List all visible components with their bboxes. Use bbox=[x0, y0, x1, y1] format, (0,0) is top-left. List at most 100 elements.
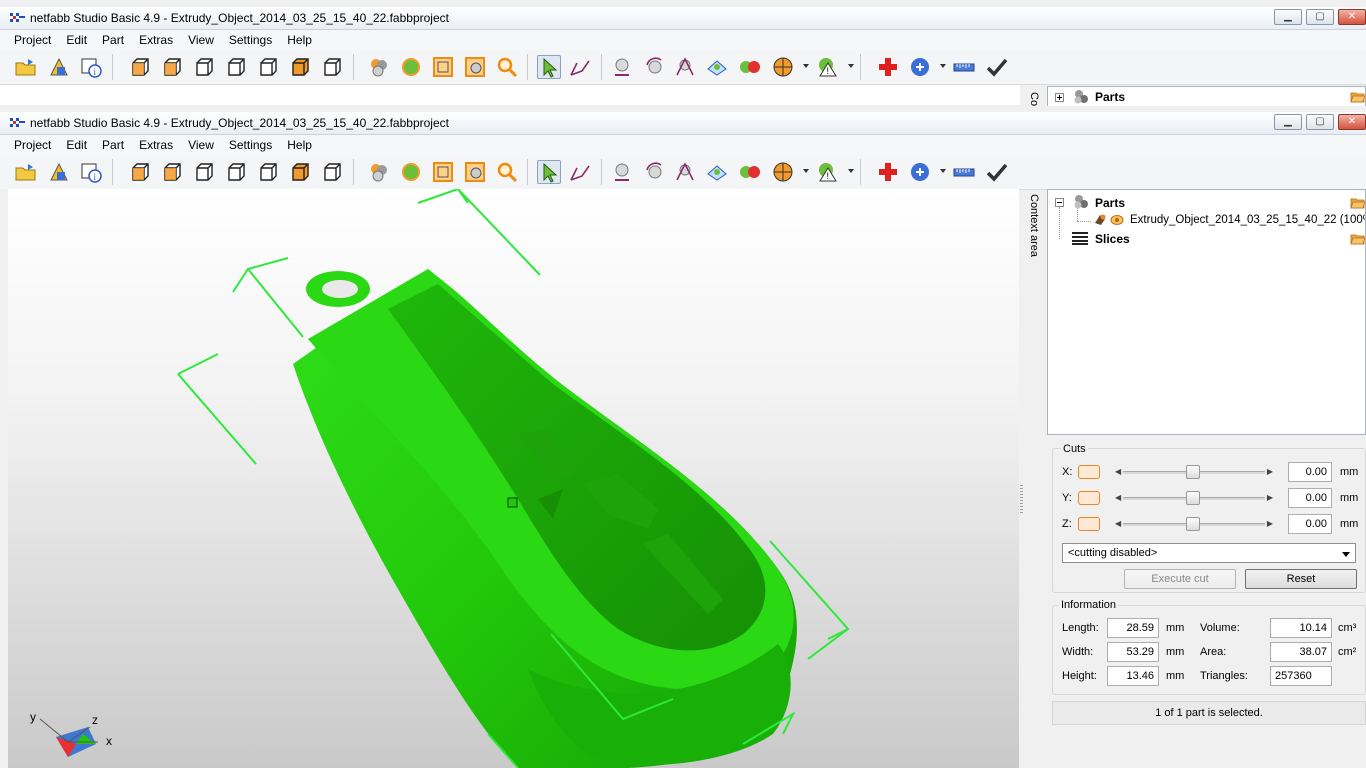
open-project-button[interactable] bbox=[14, 160, 38, 184]
cut-z-value[interactable]: 0.00 bbox=[1288, 514, 1332, 534]
cut-x-value[interactable]: 0.00 bbox=[1288, 462, 1332, 482]
reset-button[interactable]: Reset bbox=[1245, 569, 1357, 589]
cutting-mode-select[interactable]: <cutting disabled> bbox=[1062, 543, 1356, 563]
warning-button[interactable]: ! bbox=[816, 55, 840, 79]
collapse-toggle[interactable] bbox=[1055, 198, 1064, 207]
zoom-frame-button[interactable] bbox=[431, 160, 455, 184]
zoom-box-button[interactable] bbox=[463, 55, 487, 79]
zoom-selected-button[interactable] bbox=[399, 160, 423, 184]
part-info-button[interactable]: i bbox=[79, 55, 103, 79]
color-button[interactable] bbox=[771, 55, 795, 79]
view-perspective-button[interactable] bbox=[320, 160, 344, 184]
repair-button[interactable] bbox=[876, 55, 900, 79]
tree-slices-label[interactable]: Slices bbox=[1095, 232, 1130, 250]
slider-right-arrow-icon[interactable]: ▶ bbox=[1267, 493, 1273, 502]
rotate-button[interactable] bbox=[643, 55, 667, 79]
folder-open-icon[interactable] bbox=[1350, 197, 1366, 209]
zoom-all-button[interactable] bbox=[367, 55, 391, 79]
dropdown-arrow-icon[interactable] bbox=[940, 169, 946, 173]
cut-y-slider[interactable]: ◀ ▶ bbox=[1113, 491, 1275, 505]
merge-button[interactable] bbox=[738, 160, 762, 184]
slider-left-arrow-icon[interactable]: ◀ bbox=[1115, 493, 1121, 502]
zoom-selected-button[interactable] bbox=[399, 55, 423, 79]
slider-left-arrow-icon[interactable]: ◀ bbox=[1115, 467, 1121, 476]
view-top-button[interactable] bbox=[256, 55, 280, 79]
cut-z-toggle[interactable] bbox=[1078, 517, 1100, 531]
visibility-eye-icon[interactable] bbox=[1110, 213, 1124, 227]
scale-button[interactable] bbox=[673, 55, 697, 79]
view-left-button[interactable] bbox=[192, 160, 216, 184]
slider-thumb[interactable] bbox=[1186, 491, 1200, 505]
measure-button[interactable] bbox=[568, 55, 592, 79]
select-pointer-button[interactable] bbox=[537, 160, 561, 184]
repair-button[interactable] bbox=[876, 160, 900, 184]
folder-open-icon[interactable] bbox=[1350, 233, 1366, 245]
open-project-button[interactable] bbox=[14, 55, 38, 79]
context-area-tab[interactable]: Context area bbox=[1025, 194, 1045, 274]
3d-viewport[interactable]: y z x bbox=[8, 189, 1019, 768]
menu-part[interactable]: Part bbox=[102, 30, 124, 47]
dropdown-arrow-icon[interactable] bbox=[940, 64, 946, 68]
restore-button[interactable]: ▢ bbox=[1306, 9, 1334, 25]
apply-button[interactable] bbox=[985, 160, 1009, 184]
mirror-button[interactable] bbox=[705, 55, 729, 79]
zoom-box-button[interactable] bbox=[463, 160, 487, 184]
menu-help[interactable]: Help bbox=[287, 135, 312, 152]
close-button[interactable]: ✕ bbox=[1338, 114, 1366, 130]
view-front-button[interactable] bbox=[128, 55, 152, 79]
cut-y-toggle[interactable] bbox=[1078, 491, 1100, 505]
dropdown-arrow-icon[interactable] bbox=[803, 64, 809, 68]
slider-thumb[interactable] bbox=[1186, 517, 1200, 531]
view-back-button[interactable] bbox=[160, 160, 184, 184]
scale-button[interactable] bbox=[673, 160, 697, 184]
slider-left-arrow-icon[interactable]: ◀ bbox=[1115, 519, 1121, 528]
menu-extras[interactable]: Extras bbox=[139, 30, 173, 47]
add-part-button[interactable] bbox=[47, 55, 71, 79]
magnifier-button[interactable] bbox=[495, 55, 519, 79]
menu-edit[interactable]: Edit bbox=[66, 135, 87, 152]
view-bottom-button[interactable] bbox=[288, 160, 312, 184]
view-right-button[interactable] bbox=[224, 55, 248, 79]
cut-z-slider[interactable]: ◀ ▶ bbox=[1113, 517, 1275, 531]
view-front-button[interactable] bbox=[128, 160, 152, 184]
mirror-button[interactable] bbox=[705, 160, 729, 184]
pivot-handle[interactable] bbox=[507, 497, 518, 508]
menu-project[interactable]: Project bbox=[14, 30, 51, 47]
magnifier-button[interactable] bbox=[495, 160, 519, 184]
3d-model-view[interactable]: y z x bbox=[8, 189, 1019, 768]
move-button[interactable] bbox=[610, 55, 634, 79]
ruler-button[interactable] bbox=[952, 55, 976, 79]
back-context-tab[interactable]: Co bbox=[1025, 84, 1045, 106]
view-perspective-button[interactable] bbox=[320, 55, 344, 79]
select-pointer-button[interactable] bbox=[537, 55, 561, 79]
menu-extras[interactable]: Extras bbox=[139, 135, 173, 152]
execute-cut-button[interactable]: Execute cut bbox=[1124, 569, 1236, 589]
tree-parts-label[interactable]: Parts bbox=[1095, 90, 1125, 106]
zoom-frame-button[interactable] bbox=[431, 55, 455, 79]
expand-toggle[interactable] bbox=[1055, 93, 1064, 102]
menu-help[interactable]: Help bbox=[287, 30, 312, 47]
dropdown-arrow-icon[interactable] bbox=[803, 169, 809, 173]
move-button[interactable] bbox=[610, 160, 634, 184]
splitter-handle[interactable] bbox=[1020, 485, 1023, 515]
view-top-button[interactable] bbox=[256, 160, 280, 184]
menu-view[interactable]: View bbox=[188, 30, 214, 47]
dropdown-arrow-icon[interactable] bbox=[848, 169, 854, 173]
measure-button[interactable] bbox=[568, 160, 592, 184]
color-button[interactable] bbox=[771, 160, 795, 184]
cut-y-value[interactable]: 0.00 bbox=[1288, 488, 1332, 508]
dropdown-arrow-icon[interactable] bbox=[848, 64, 854, 68]
warning-button[interactable]: ! bbox=[816, 160, 840, 184]
folder-open-icon[interactable] bbox=[1350, 91, 1366, 103]
export-button[interactable] bbox=[908, 160, 932, 184]
menu-view[interactable]: View bbox=[188, 135, 214, 152]
rotate-button[interactable] bbox=[643, 160, 667, 184]
slider-right-arrow-icon[interactable]: ▶ bbox=[1267, 467, 1273, 476]
cut-x-toggle[interactable] bbox=[1078, 465, 1100, 479]
view-left-button[interactable] bbox=[192, 55, 216, 79]
menu-edit[interactable]: Edit bbox=[66, 30, 87, 47]
close-button[interactable]: ✕ bbox=[1338, 9, 1366, 25]
add-part-button[interactable] bbox=[47, 160, 71, 184]
restore-button[interactable]: ▢ bbox=[1306, 114, 1334, 130]
cut-x-slider[interactable]: ◀ ▶ bbox=[1113, 465, 1275, 479]
